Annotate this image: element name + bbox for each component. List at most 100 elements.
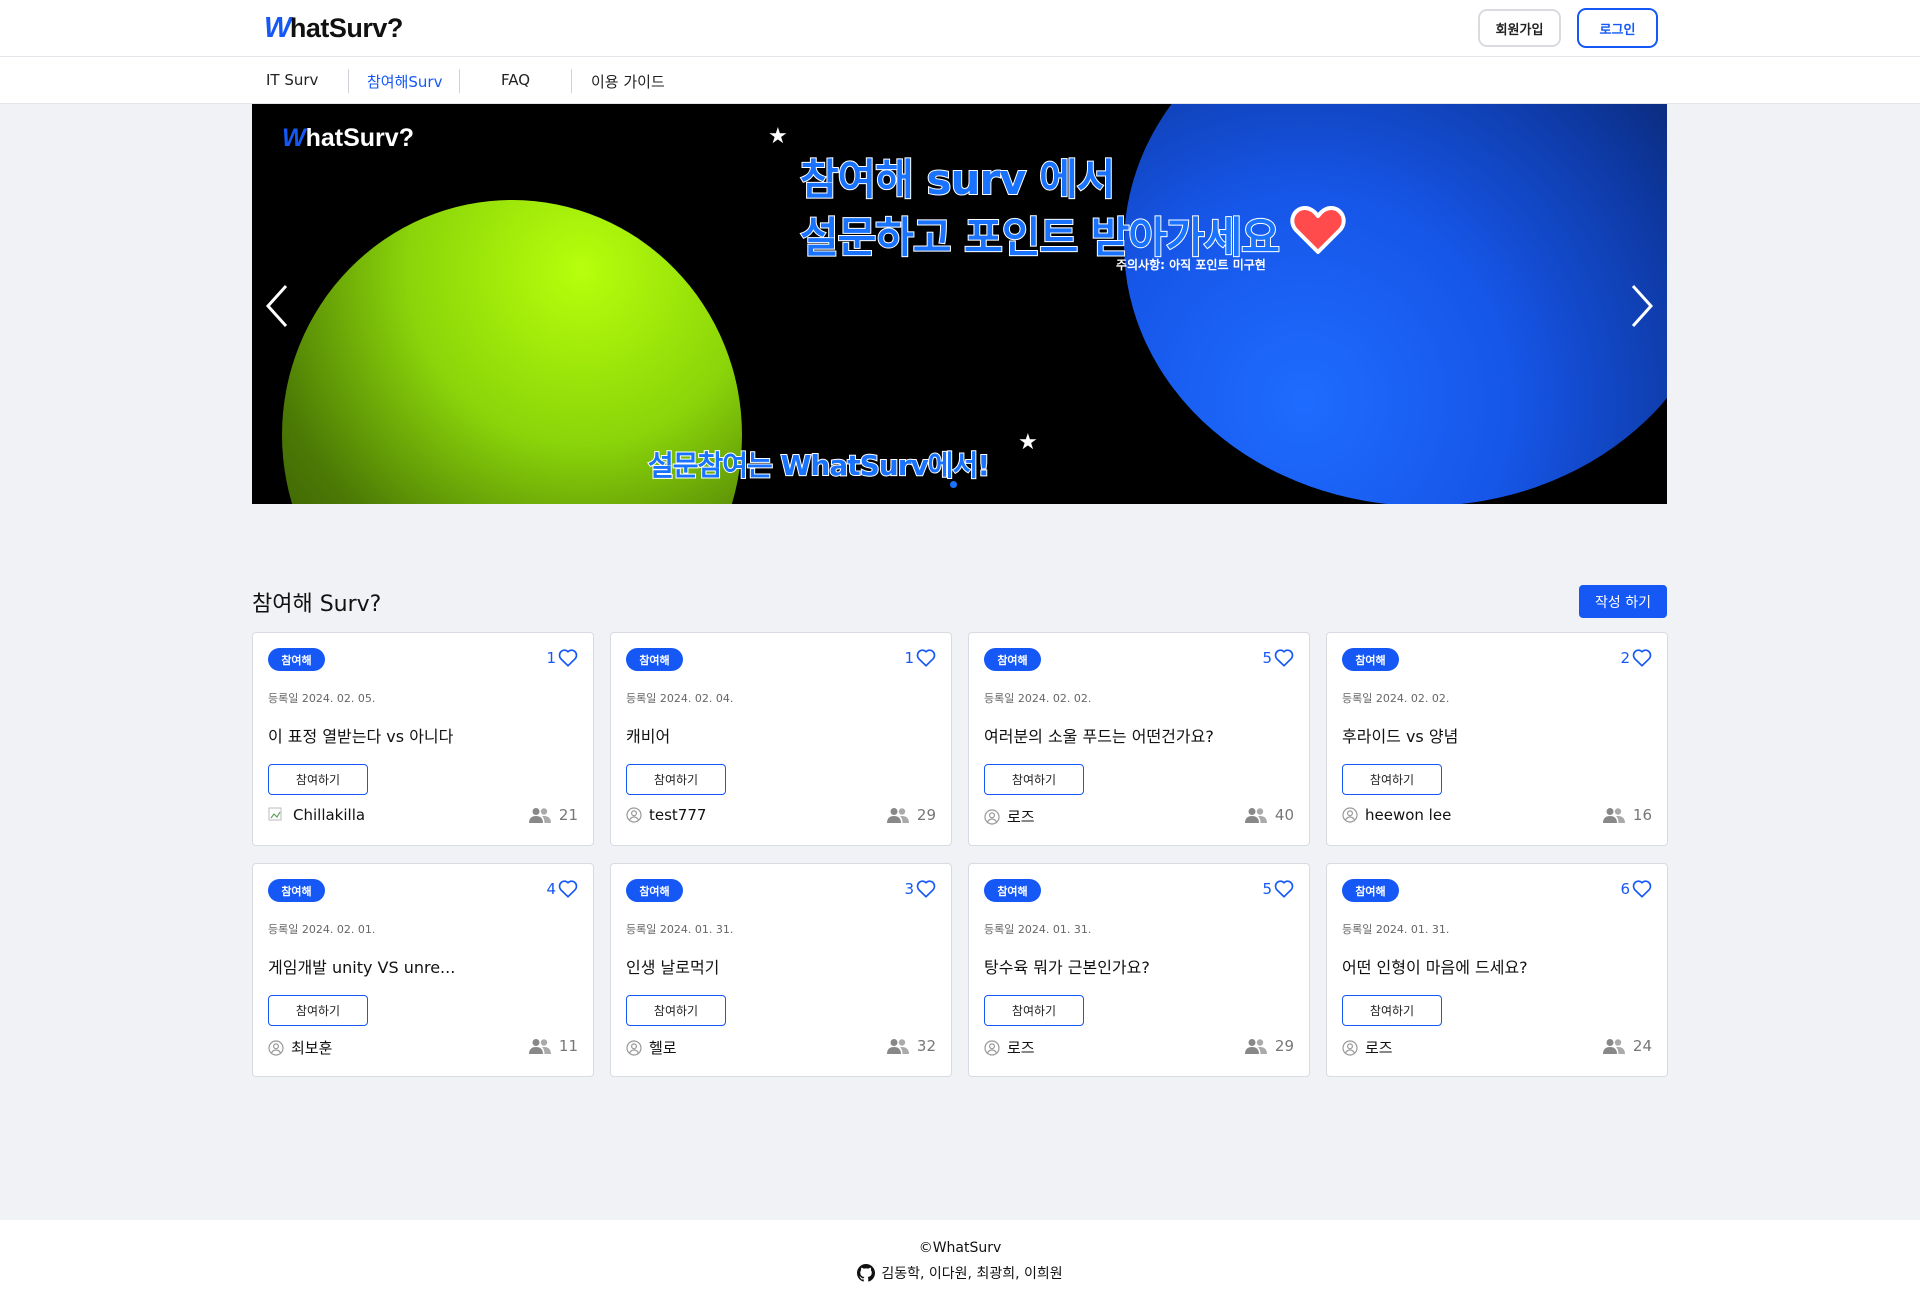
footer-member-names: 김동학, 이다원, 최광희, 이희원: [881, 1266, 1063, 1282]
participant-number: 29: [1274, 1037, 1294, 1055]
author-name: 헬로: [649, 1039, 677, 1057]
footer-copyright: ©WhatSurv: [918, 1240, 1002, 1256]
like-button[interactable]: 2: [1620, 649, 1652, 667]
survey-title[interactable]: 후라이드 vs 양념: [1342, 723, 1458, 747]
survey-card[interactable]: 참여해 1 등록일 2024. 02. 05. 이 표정 열받는다 vs 아니다…: [252, 632, 594, 846]
author-name: heewon lee: [1365, 806, 1452, 824]
participant-count: 29: [886, 806, 936, 824]
join-survey-button[interactable]: 참여하기: [268, 995, 368, 1026]
like-button[interactable]: 4: [546, 880, 578, 898]
category-badge: 참여해: [268, 879, 325, 902]
join-survey-button[interactable]: 참여하기: [984, 995, 1084, 1026]
join-survey-button[interactable]: 참여하기: [626, 764, 726, 795]
people-icon: [886, 1038, 909, 1054]
main-nav: IT Surv 참여해Surv FAQ 이용 가이드: [0, 57, 1920, 104]
join-survey-button[interactable]: 참여하기: [626, 995, 726, 1026]
write-survey-button[interactable]: 작성 하기: [1579, 585, 1667, 618]
banner-logo-w: W: [282, 124, 306, 152]
hero-banner-carousel[interactable]: WhatSurv? ★ ★ 참여해 surv 에서 설문하고 포인트 받아가세요…: [252, 104, 1667, 504]
survey-card[interactable]: 참여해 5 등록일 2024. 02. 02. 여러분의 소울 푸드는 어떤건가…: [968, 632, 1310, 846]
participant-number: 24: [1632, 1037, 1652, 1055]
registered-date: 등록일 2024. 02. 01.: [268, 923, 376, 936]
login-button[interactable]: 로그인: [1577, 8, 1658, 48]
heart-outline-icon: [1274, 880, 1294, 898]
like-count: 5: [1262, 649, 1272, 667]
join-survey-button[interactable]: 참여하기: [1342, 764, 1442, 795]
survey-title[interactable]: 캐비어: [626, 723, 670, 747]
star-icon: ★: [1018, 430, 1038, 455]
participant-number: 40: [1274, 806, 1294, 824]
participant-number: 29: [916, 806, 936, 824]
like-button[interactable]: 5: [1262, 880, 1294, 898]
participant-number: 21: [558, 806, 578, 824]
survey-card[interactable]: 참여해 3 등록일 2024. 01. 31. 인생 날로먹기 참여하기 헬로 …: [610, 863, 952, 1077]
people-icon: [886, 807, 909, 823]
nav-item-it-surv[interactable]: IT Surv: [266, 71, 318, 89]
like-button[interactable]: 5: [1262, 649, 1294, 667]
survey-card[interactable]: 참여해 2 등록일 2024. 02. 02. 후라이드 vs 양념 참여하기 …: [1326, 632, 1668, 846]
join-survey-button[interactable]: 참여하기: [268, 764, 368, 795]
survey-card[interactable]: 참여해 4 등록일 2024. 02. 01. 게임개발 unity VS un…: [252, 863, 594, 1077]
signup-button[interactable]: 회원가입: [1478, 9, 1561, 47]
like-count: 2: [1620, 649, 1630, 667]
author: Chillakilla: [268, 806, 365, 824]
whatsurv-logo[interactable]: WhatSurv?: [264, 12, 403, 44]
survey-card[interactable]: 참여해 5 등록일 2024. 01. 31. 탕수육 뭐가 근본인가요? 참여…: [968, 863, 1310, 1077]
banner-logo-text: hatSurv?: [305, 124, 414, 152]
participant-number: 16: [1632, 806, 1652, 824]
people-icon: [1602, 1038, 1625, 1054]
heart-outline-icon: [558, 880, 578, 898]
registered-date: 등록일 2024. 02. 02.: [984, 692, 1092, 705]
nav-item-guide[interactable]: 이용 가이드: [591, 71, 665, 92]
survey-card[interactable]: 참여해 1 등록일 2024. 02. 04. 캐비어 참여하기 test777…: [610, 632, 952, 846]
survey-title[interactable]: 인생 날로먹기: [626, 954, 719, 978]
people-icon: [1244, 1038, 1267, 1054]
author: 로즈: [984, 806, 1035, 827]
carousel-prev-arrow-icon[interactable]: [262, 282, 292, 330]
survey-title[interactable]: 어떤 인형이 마음에 드세요?: [1342, 954, 1528, 978]
participant-count: 32: [886, 1037, 936, 1055]
join-survey-button[interactable]: 참여하기: [984, 764, 1084, 795]
survey-title[interactable]: 탕수육 뭐가 근본인가요?: [984, 954, 1150, 978]
github-icon[interactable]: [857, 1264, 876, 1282]
broken-image-icon: [268, 806, 286, 824]
category-badge: 참여해: [1342, 879, 1399, 902]
nav-item-participate-surv[interactable]: 참여해Surv: [367, 71, 442, 92]
category-badge: 참여해: [626, 879, 683, 902]
nav-item-faq[interactable]: FAQ: [501, 71, 530, 89]
participant-count: 40: [1244, 806, 1294, 824]
heart-outline-icon: [1632, 649, 1652, 667]
section-title: 참여해 Surv?: [252, 592, 382, 617]
category-badge: 참여해: [626, 648, 683, 671]
participant-count: 16: [1602, 806, 1652, 824]
heart-icon: [1290, 206, 1346, 254]
survey-card[interactable]: 참여해 6 등록일 2024. 01. 31. 어떤 인형이 마음에 드세요? …: [1326, 863, 1668, 1077]
registered-date: 등록일 2024. 01. 31.: [1342, 923, 1450, 936]
like-button[interactable]: 1: [904, 649, 936, 667]
like-button[interactable]: 6: [1620, 880, 1652, 898]
like-button[interactable]: 1: [546, 649, 578, 667]
nav-divider: [459, 69, 460, 93]
participant-count: 29: [1244, 1037, 1294, 1055]
author-name: test777: [649, 806, 707, 824]
survey-title[interactable]: 이 표정 열받는다 vs 아니다: [268, 723, 453, 747]
category-badge: 참여해: [1342, 648, 1399, 671]
carousel-next-arrow-icon[interactable]: [1627, 282, 1657, 330]
survey-title[interactable]: 여러분의 소울 푸드는 어떤건가요?: [984, 723, 1214, 747]
author: 헬로: [626, 1037, 677, 1058]
star-icon: ★: [768, 124, 788, 149]
participant-number: 11: [558, 1037, 578, 1055]
footer-members: 김동학, 이다원, 최광희, 이희원: [0, 1263, 1920, 1283]
author: 최보훈: [268, 1037, 332, 1058]
like-button[interactable]: 3: [904, 880, 936, 898]
carousel-indicator-dot[interactable]: [950, 481, 957, 488]
people-icon: [1602, 807, 1625, 823]
user-circle-icon: [626, 1039, 642, 1056]
registered-date: 등록일 2024. 02. 02.: [1342, 692, 1450, 705]
people-icon: [528, 1038, 551, 1054]
logo-text: hatSurv?: [289, 12, 404, 43]
join-survey-button[interactable]: 참여하기: [1342, 995, 1442, 1026]
survey-title[interactable]: 게임개발 unity VS unre...: [268, 954, 455, 978]
footer: ©WhatSurv 김동학, 이다원, 최광희, 이희원: [0, 1220, 1920, 1302]
author-name: 로즈: [1007, 808, 1035, 826]
